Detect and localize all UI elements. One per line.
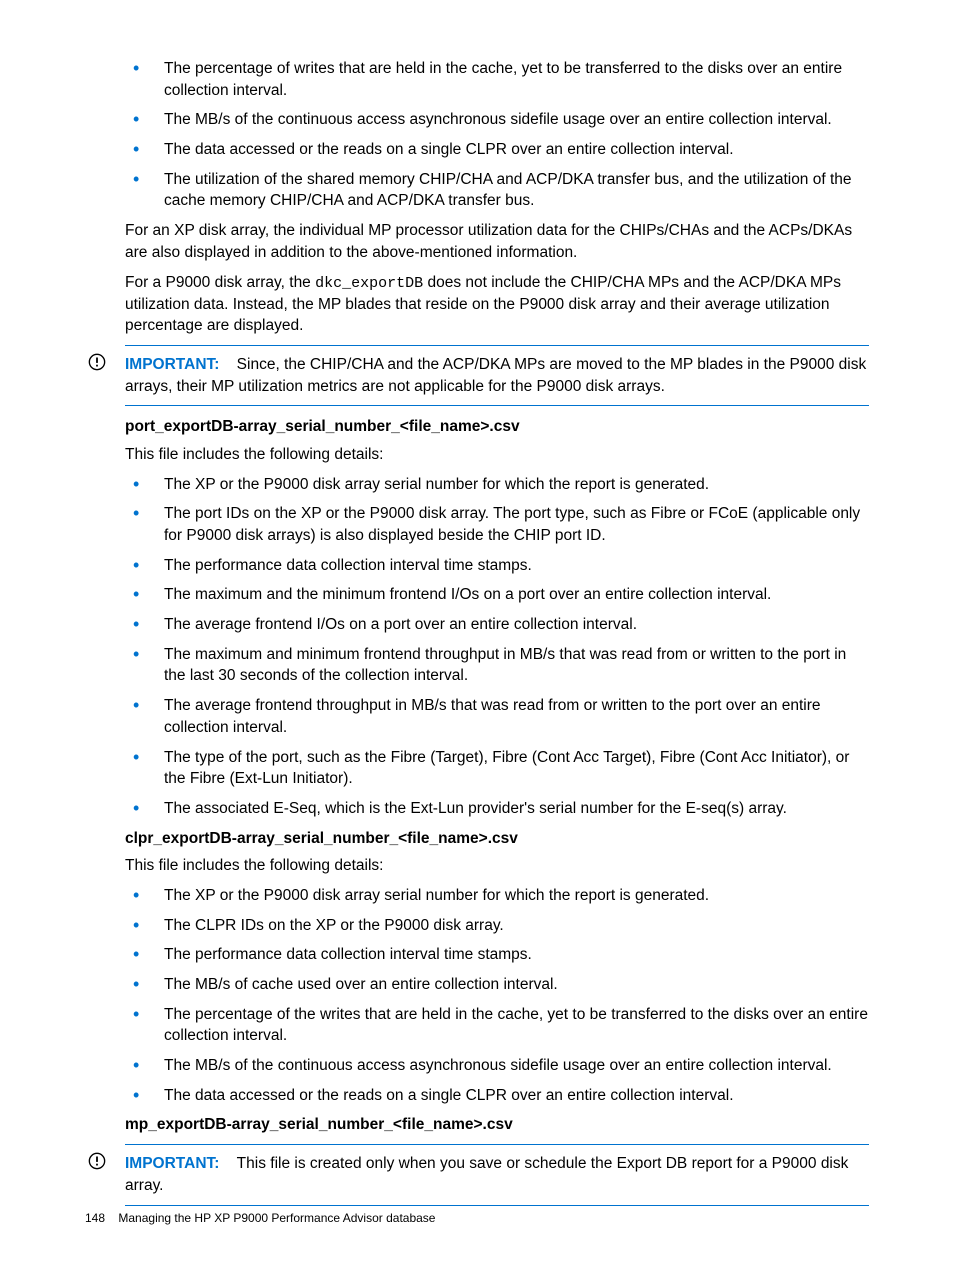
paragraph: For an XP disk array, the individual MP … bbox=[125, 220, 869, 263]
list-item: The data accessed or the reads on a sing… bbox=[125, 1085, 869, 1107]
list-item: The average frontend throughput in MB/s … bbox=[125, 695, 869, 738]
list-item: The maximum and the minimum frontend I/O… bbox=[125, 584, 869, 606]
section-heading: mp_exportDB-array_serial_number_<file_na… bbox=[125, 1114, 869, 1136]
paragraph: For a P9000 disk array, the dkc_exportDB… bbox=[125, 272, 869, 337]
important-text bbox=[224, 1155, 237, 1172]
list-item: The percentage of the writes that are he… bbox=[125, 1004, 869, 1047]
list-item: The performance data collection interval… bbox=[125, 555, 869, 577]
section1-bullet-list: The XP or the P9000 disk array serial nu… bbox=[125, 474, 869, 820]
footer-title: Managing the HP XP P9000 Performance Adv… bbox=[118, 1211, 435, 1225]
page-number: 148 bbox=[85, 1211, 105, 1225]
list-item: The XP or the P9000 disk array serial nu… bbox=[125, 885, 869, 907]
section-heading: clpr_exportDB-array_serial_number_<file_… bbox=[125, 828, 869, 850]
list-item: The type of the port, such as the Fibre … bbox=[125, 747, 869, 790]
paragraph: This file includes the following details… bbox=[125, 855, 869, 877]
important-text bbox=[224, 356, 237, 373]
list-item: The port IDs on the XP or the P9000 disk… bbox=[125, 503, 869, 546]
top-bullet-list: The percentage of writes that are held i… bbox=[125, 58, 869, 212]
list-item: The performance data collection interval… bbox=[125, 944, 869, 966]
list-item: The MB/s of cache used over an entire co… bbox=[125, 974, 869, 996]
list-item: The MB/s of the continuous access asynch… bbox=[125, 1055, 869, 1077]
code-text: dkc_exportDB bbox=[315, 275, 423, 292]
page-footer: 148 Managing the HP XP P9000 Performance… bbox=[85, 1210, 435, 1227]
important-callout: IMPORTANT: This file is created only whe… bbox=[125, 1144, 869, 1205]
text-fragment: For a P9000 disk array, the bbox=[125, 274, 315, 291]
important-text: Since, the CHIP/CHA and the ACP/DKA MPs … bbox=[125, 356, 866, 395]
list-item: The average frontend I/Os on a port over… bbox=[125, 614, 869, 636]
list-item: The XP or the P9000 disk array serial nu… bbox=[125, 474, 869, 496]
list-item: The maximum and minimum frontend through… bbox=[125, 644, 869, 687]
important-icon bbox=[88, 353, 106, 378]
list-item: The MB/s of the continuous access asynch… bbox=[125, 109, 869, 131]
important-callout: IMPORTANT: Since, the CHIP/CHA and the A… bbox=[125, 345, 869, 406]
section-heading: port_exportDB-array_serial_number_<file_… bbox=[125, 416, 869, 438]
list-item: The associated E-Seq, which is the Ext-L… bbox=[125, 798, 869, 820]
list-item: The utilization of the shared memory CHI… bbox=[125, 169, 869, 212]
page-content: The percentage of writes that are held i… bbox=[0, 0, 954, 1206]
important-icon bbox=[88, 1152, 106, 1177]
section2-bullet-list: The XP or the P9000 disk array serial nu… bbox=[125, 885, 869, 1107]
important-label: IMPORTANT: bbox=[125, 356, 219, 373]
list-item: The CLPR IDs on the XP or the P9000 disk… bbox=[125, 915, 869, 937]
paragraph: This file includes the following details… bbox=[125, 444, 869, 466]
list-item: The data accessed or the reads on a sing… bbox=[125, 139, 869, 161]
list-item: The percentage of writes that are held i… bbox=[125, 58, 869, 101]
important-label: IMPORTANT: bbox=[125, 1155, 219, 1172]
